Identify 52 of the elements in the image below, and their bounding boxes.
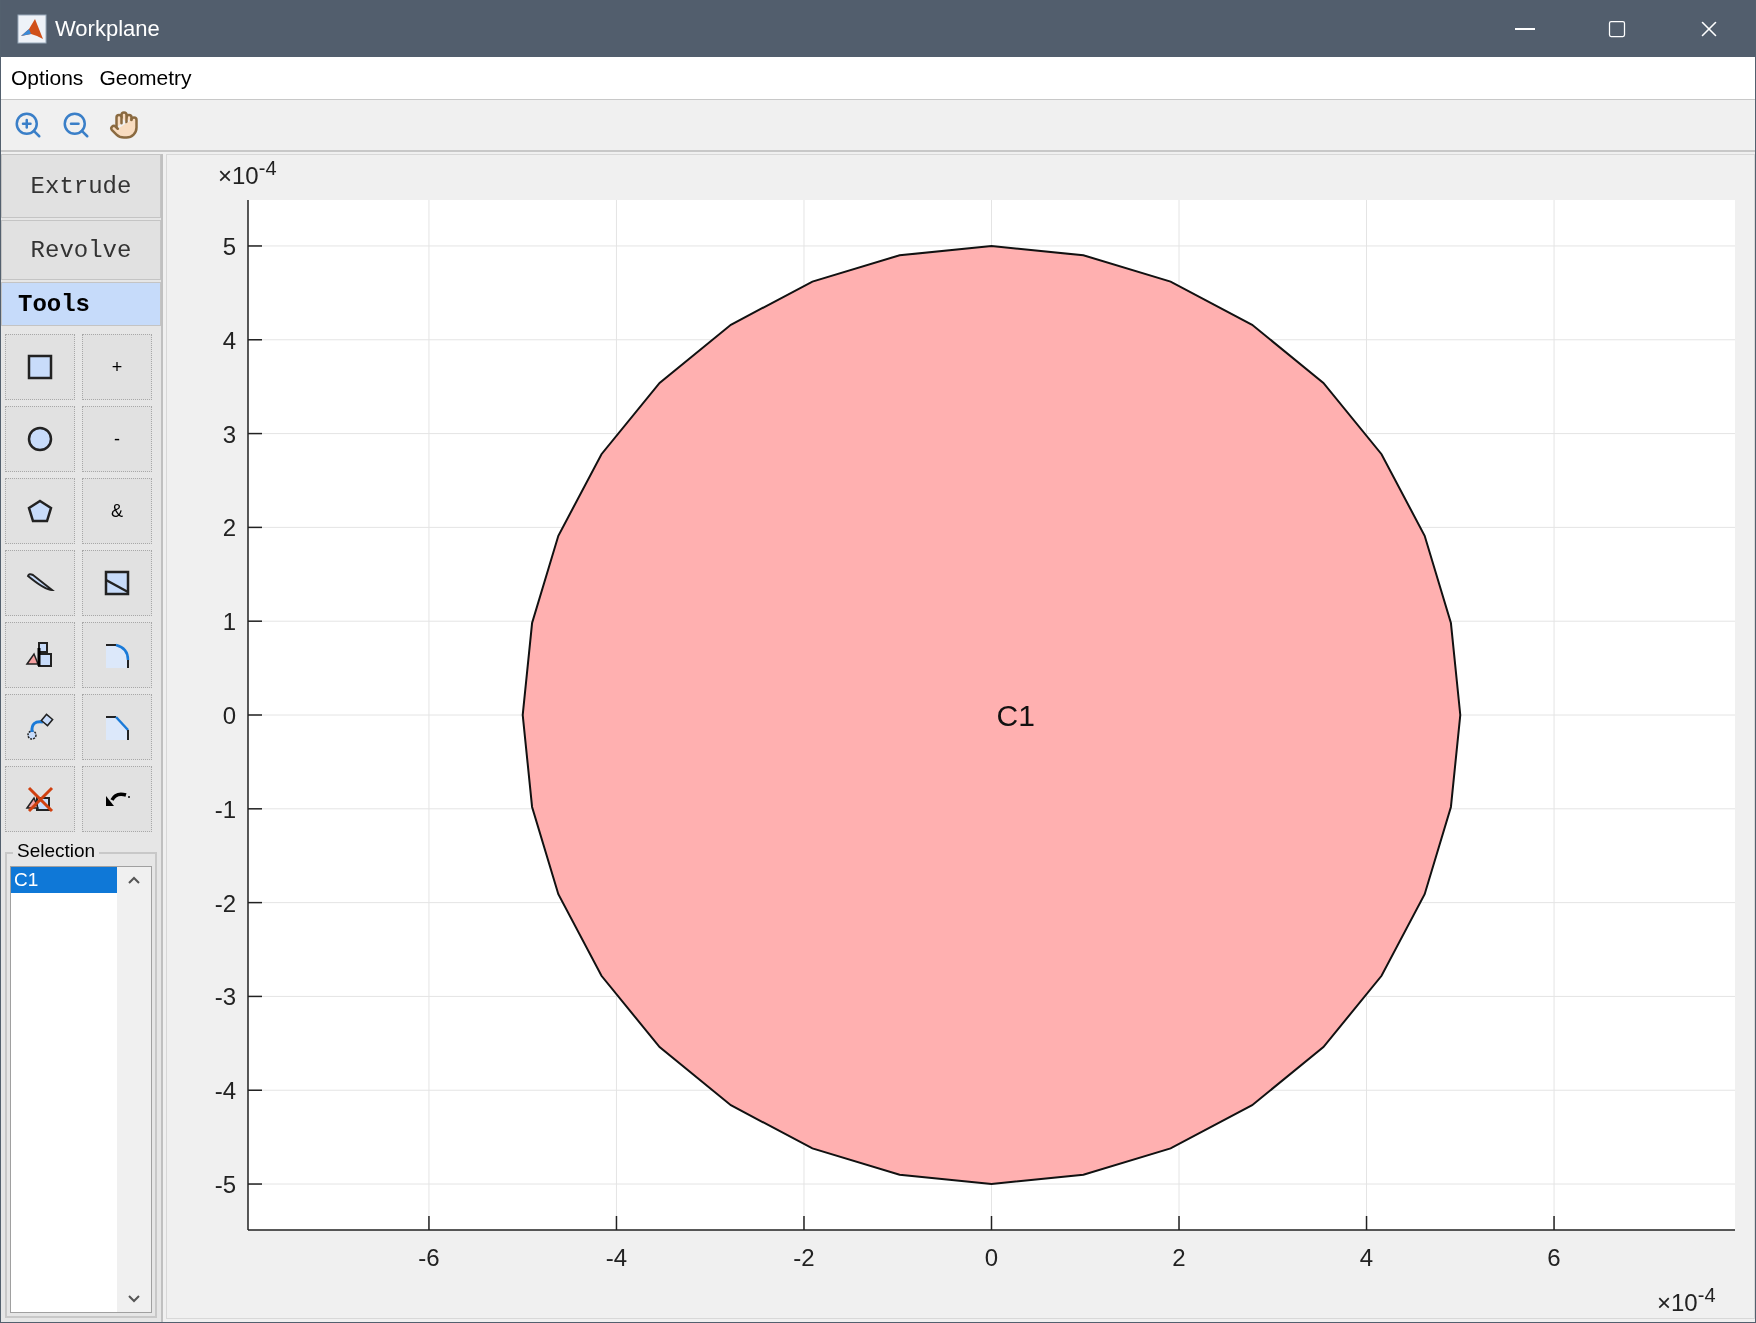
tick-label: 0 [222,702,236,729]
hand-icon[interactable] [109,110,139,140]
tool-button[interactable] [82,550,152,616]
tick-label: 2 [1172,1244,1186,1271]
scrollbar[interactable] [117,867,151,1312]
curved-arrow-icon [25,712,55,742]
shapes-icon [25,640,55,670]
app-logo-icon [17,13,47,44]
tick-label: 5 [222,232,236,260]
menu-item[interactable]: Geometry [99,66,192,90]
zoom-in-icon[interactable] [13,110,43,140]
exponent-label: ×10$^{-4}$ [1657,1289,1716,1316]
tick-label: 2 [222,514,236,542]
mode-tab[interactable]: Extrude [1,154,161,218]
tick-label: 6 [1547,1244,1561,1271]
tool-button[interactable]: & [82,478,152,544]
tool-button[interactable] [5,766,75,832]
mode-tab[interactable]: Revolve [1,220,161,280]
split-square-icon [102,568,132,598]
tool-button[interactable] [82,766,152,832]
tick-label: 3 [222,420,236,448]
window-title: Workplane [55,15,161,42]
tick-label: -6 [418,1244,440,1271]
zoom-out-icon[interactable] [61,110,91,140]
tool-button[interactable] [5,622,75,688]
maximize-icon [1607,18,1627,39]
tick-label: 4 [1359,1244,1374,1271]
shape-label: C1 [996,699,1035,732]
tool-button[interactable]: - [82,406,152,472]
tick-label: -2 [793,1244,815,1271]
rectangle-icon [25,352,55,382]
tick-label: -5 [214,1171,236,1199]
menu-item[interactable]: Options [11,66,84,90]
tool-button[interactable] [5,478,75,544]
tick-label: 4 [222,326,236,354]
tool-button[interactable] [5,550,75,616]
mode-tab[interactable]: Tools [1,282,161,326]
tick-label: -1 [214,795,236,823]
tool-button[interactable] [5,334,75,400]
tick-label: 0 [984,1244,999,1271]
delete-shapes-icon [25,784,55,814]
tick-label: -3 [214,983,236,1011]
tick-label: 1 [222,608,236,636]
tool-button[interactable]: + [82,334,152,400]
tick-label: -4 [605,1244,628,1271]
tool-button[interactable] [5,406,75,472]
minimize-icon [1515,27,1535,30]
circle-icon [25,424,55,454]
list-item[interactable]: C1 [11,867,117,893]
exponent-label: ×10$^{-4}$ [218,162,277,189]
tick-label: -2 [214,889,236,917]
tick-label: -4 [214,1077,236,1105]
